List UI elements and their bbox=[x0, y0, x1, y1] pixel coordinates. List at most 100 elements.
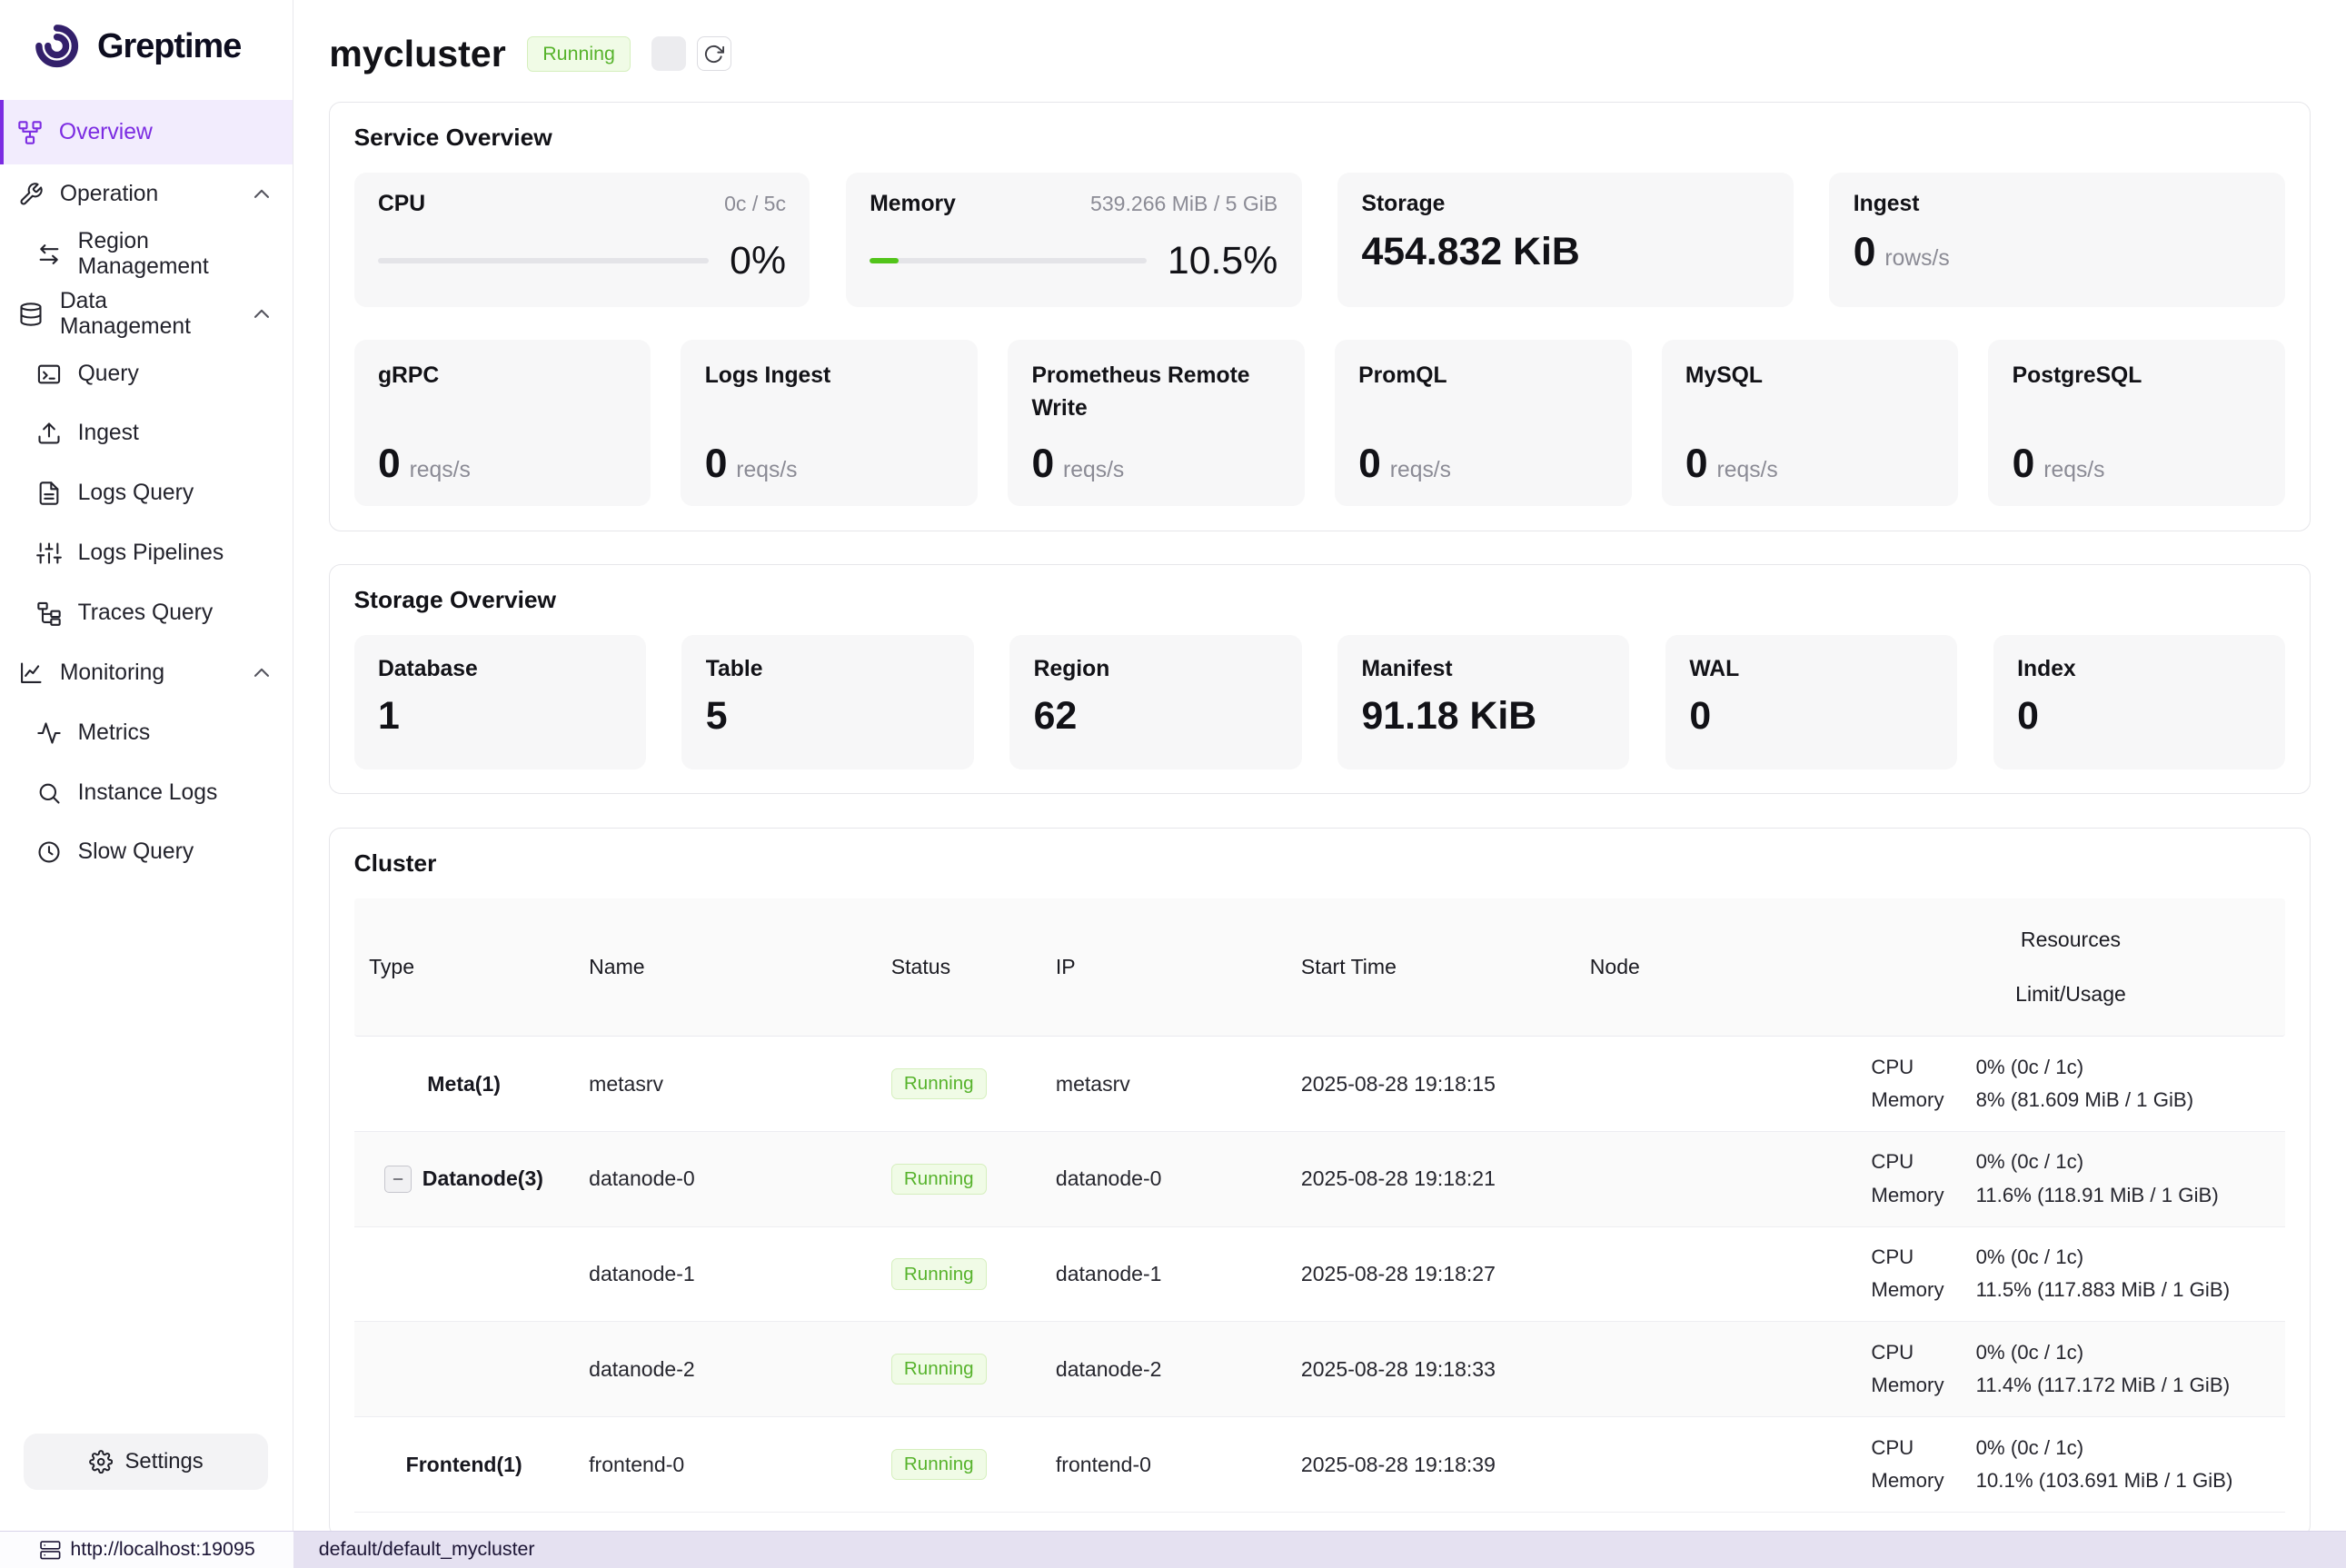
sidebar-item-overview[interactable]: Overview bbox=[0, 100, 293, 164]
clock-gauge-icon bbox=[36, 839, 62, 865]
rate-card-prometheus-remote-write: Prometheus Remote Write 0 reqs/s bbox=[1008, 340, 1305, 506]
column-header-name: Name bbox=[574, 898, 877, 1036]
sidebar-item-metrics[interactable]: Metrics bbox=[0, 703, 293, 763]
sliders-icon bbox=[36, 541, 62, 566]
status-bar: http://localhost:19095 default/default_m… bbox=[0, 1531, 2346, 1568]
settings-label: Settings bbox=[125, 1449, 204, 1474]
sidebar-item-ingest[interactable]: Ingest bbox=[0, 404, 293, 464]
sidebar-item-label: Query bbox=[78, 362, 139, 387]
stat-label: Manifest bbox=[1361, 657, 1452, 681]
limit-usage-header-label: Limit/Usage bbox=[2015, 982, 2126, 1007]
row-name: datanode-2 bbox=[574, 1357, 877, 1382]
section-title: Storage Overview bbox=[354, 586, 2286, 614]
storage-stats-row: Database 1 Table 5 Region 62 Manifest 91… bbox=[354, 635, 2286, 769]
rate-label: Prometheus Remote Write bbox=[1031, 360, 1280, 425]
sidebar-group-operation[interactable]: Operation bbox=[0, 164, 293, 224]
stat-label: Storage bbox=[1361, 192, 1445, 217]
rate-card-postgresql: PostgreSQL 0 reqs/s bbox=[1988, 340, 2285, 506]
chevron-up-icon bbox=[249, 660, 274, 686]
stat-value: 91.18 KiB bbox=[1361, 694, 1605, 739]
sidebar-item-traces-query[interactable]: Traces Query bbox=[0, 583, 293, 643]
greptime-spiral-icon bbox=[30, 19, 84, 73]
rate-label: PostgreSQL bbox=[2013, 360, 2262, 392]
rate-card-logs-ingest: Logs Ingest 0 reqs/s bbox=[681, 340, 978, 506]
stat-label: Table bbox=[706, 657, 763, 681]
page-title: mycluster bbox=[329, 33, 505, 75]
sidebar-item-region-management[interactable]: Region Management bbox=[0, 224, 293, 284]
sidebar-nav: Overview Operation Region Management Dat… bbox=[0, 97, 293, 1434]
rate-value: 0 bbox=[1358, 442, 1381, 487]
stat-label: CPU bbox=[378, 192, 425, 217]
sidebar-item-logs-pipelines[interactable]: Logs Pipelines bbox=[0, 523, 293, 583]
row-ip: frontend-0 bbox=[1040, 1453, 1286, 1477]
gear-icon bbox=[89, 1450, 113, 1474]
row-resources: CPU Memory 0% (0c / 1c) 10.1% (103.691 M… bbox=[1856, 1433, 2285, 1497]
app-window: Greptime Overview Operation Region Manag… bbox=[0, 0, 2346, 1568]
sidebar-item-slow-query[interactable]: Slow Query bbox=[0, 823, 293, 883]
rate-card-promql: PromQL 0 reqs/s bbox=[1335, 340, 1632, 506]
cpu-label: CPU bbox=[1871, 1242, 1975, 1274]
rate-unit: reqs/s bbox=[1717, 458, 1778, 483]
cpu-limit-detail: 0c / 5c bbox=[724, 192, 786, 216]
table-row-frontend-0: Frontend(1) frontend-0 Running frontend-… bbox=[354, 1417, 2286, 1513]
sidebar-item-label: Traces Query bbox=[78, 600, 214, 626]
sidebar-item-query[interactable]: Query bbox=[0, 344, 293, 404]
region-stat-card: Region 62 bbox=[1009, 635, 1301, 769]
row-start-time: 2025-08-28 19:18:21 bbox=[1286, 1166, 1575, 1191]
tree-icon bbox=[36, 600, 62, 626]
stat-value: 0 bbox=[2017, 694, 2262, 739]
refresh-button[interactable] bbox=[697, 36, 731, 71]
memory-label: Memory bbox=[1871, 1465, 1975, 1497]
arrows-exchange-icon bbox=[36, 242, 62, 267]
ingest-stat-card: Ingest 0 rows/s bbox=[1829, 173, 2285, 307]
status-badge: Running bbox=[891, 1258, 987, 1289]
settings-button[interactable]: Settings bbox=[24, 1434, 268, 1491]
rate-value: 0 bbox=[705, 442, 728, 487]
server-icon bbox=[39, 1539, 62, 1562]
sidebar-item-logs-query[interactable]: Logs Query bbox=[0, 463, 293, 523]
header-actions bbox=[651, 36, 731, 71]
memory-usage: 11.4% (117.172 MiB / 1 GiB) bbox=[1976, 1370, 2271, 1402]
resources-header-label: Resources bbox=[2021, 928, 2121, 952]
rate-unit: reqs/s bbox=[2043, 458, 2104, 483]
rate-label: PromQL bbox=[1358, 360, 1607, 392]
index-stat-card: Index 0 bbox=[1993, 635, 2285, 769]
section-title: Service Overview bbox=[354, 124, 2286, 152]
cluster-action-button[interactable] bbox=[651, 36, 686, 71]
wrench-icon bbox=[18, 182, 44, 207]
wal-stat-card: WAL 0 bbox=[1665, 635, 1957, 769]
manifest-stat-card: Manifest 91.18 KiB bbox=[1337, 635, 1629, 769]
row-ip: metasrv bbox=[1040, 1072, 1286, 1097]
cpu-usage: 0% (0c / 1c) bbox=[1976, 1433, 2271, 1464]
service-stats-row1: CPU 0c / 5c 0% Memory 539.266 MiB / 5 Gi… bbox=[354, 173, 2286, 307]
column-header-start-time: Start Time bbox=[1286, 898, 1575, 1036]
brand-logo[interactable]: Greptime bbox=[0, 0, 293, 97]
sidebar-group-monitoring[interactable]: Monitoring bbox=[0, 643, 293, 703]
sidebar-group-data-management[interactable]: Data Management bbox=[0, 284, 293, 344]
table-row-metasrv: Meta(1) metasrv Running metasrv 2025-08-… bbox=[354, 1037, 2286, 1132]
column-header-status: Status bbox=[876, 898, 1040, 1036]
sidebar-item-instance-logs[interactable]: Instance Logs bbox=[0, 763, 293, 823]
cluster-table: Type Name Status IP Start Time Node Reso… bbox=[354, 898, 2286, 1513]
status-badge: Running bbox=[891, 1354, 987, 1384]
row-resources: CPU Memory 0% (0c / 1c) 11.4% (117.172 M… bbox=[1856, 1337, 2285, 1402]
cpu-usage: 0% (0c / 1c) bbox=[1976, 1052, 2271, 1084]
cpu-label: CPU bbox=[1871, 1052, 1975, 1084]
memory-progress-bar bbox=[870, 258, 1147, 264]
chevron-up-icon bbox=[249, 182, 274, 207]
row-name: metasrv bbox=[574, 1072, 877, 1097]
refresh-icon bbox=[703, 44, 724, 65]
stat-value: 5 bbox=[706, 694, 950, 739]
rate-label: MySQL bbox=[1685, 360, 1934, 392]
collapse-toggle[interactable] bbox=[384, 1166, 412, 1193]
stat-label: WAL bbox=[1689, 657, 1739, 681]
memory-usage: 8% (81.609 MiB / 1 GiB) bbox=[1976, 1085, 2271, 1116]
memory-usage: 11.6% (118.91 MiB / 1 GiB) bbox=[1976, 1180, 2271, 1212]
table-stat-card: Table 5 bbox=[681, 635, 973, 769]
rate-card-mysql: MySQL 0 reqs/s bbox=[1662, 340, 1959, 506]
memory-stat-card: Memory 539.266 MiB / 5 GiB 10.5% bbox=[846, 173, 1302, 307]
database-context: default/default_mycluster bbox=[319, 1538, 535, 1561]
row-ip: datanode-1 bbox=[1040, 1262, 1286, 1286]
chevron-up-icon bbox=[249, 302, 274, 327]
table-row-datanode-0: Datanode(3) datanode-0 Running datanode-… bbox=[354, 1132, 2286, 1227]
